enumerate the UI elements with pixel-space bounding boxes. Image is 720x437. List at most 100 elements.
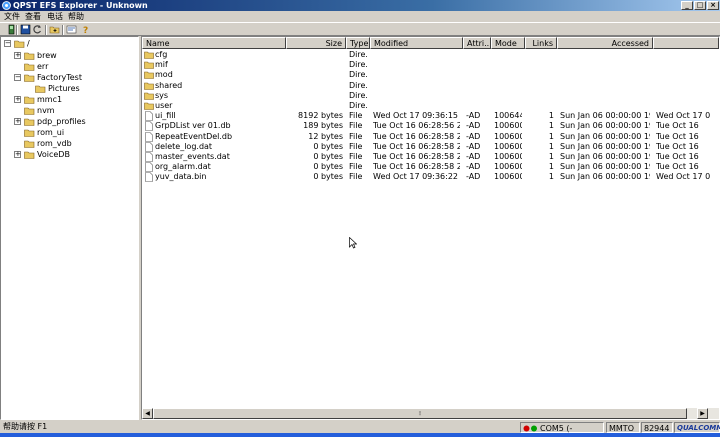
folder-icon (24, 52, 35, 60)
file-icon (145, 141, 153, 152)
cell-attr: -AD (466, 131, 481, 141)
cell-modified (373, 50, 460, 60)
connection-status-icon (523, 425, 537, 432)
tree-item[interactable]: − FactoryTest (14, 72, 134, 83)
tree-item[interactable]: + pdp_profiles (14, 116, 134, 127)
list-item[interactable]: user Dire... (142, 101, 719, 111)
collapse-icon[interactable]: − (4, 40, 11, 47)
file-icon (145, 111, 153, 121)
column-header-attr[interactable]: Attri... (463, 37, 491, 49)
title-bar[interactable]: QPST EFS Explorer - Unknown _ □ × (0, 0, 720, 11)
scroll-right-icon[interactable]: ▶ (697, 408, 708, 419)
folder-icon (24, 151, 35, 159)
cell-name: ui_fill (155, 111, 176, 121)
refresh-icon[interactable] (32, 24, 43, 35)
list-item[interactable]: GrpDList ver 01.db 189 bytes File Tue Oct 1… (142, 121, 719, 132)
minimize-button[interactable]: _ (681, 1, 693, 10)
tree-label: err (37, 62, 49, 71)
file-list[interactable]: Name Size Type Modified Attri... Mode Links Acc… (141, 36, 720, 420)
cell-extra (656, 91, 716, 101)
tree-label: FactoryTest (37, 73, 82, 82)
cell-mode (494, 91, 522, 101)
column-header-mode[interactable]: Mode (491, 37, 525, 49)
cell-mode: 100644 (494, 111, 522, 121)
menu-help[interactable]: 帮助 (68, 11, 84, 22)
cell-size (289, 70, 343, 80)
list-item[interactable]: ui_fill 8192 bytes File Wed Oct 17 09:36:15… (142, 111, 719, 121)
tree-item[interactable]: nvm (14, 105, 134, 116)
cell-links: 1 (548, 111, 554, 121)
help-icon[interactable]: ? (80, 24, 91, 35)
column-header-size[interactable]: Size (286, 37, 346, 49)
cell-accessed (560, 70, 650, 80)
list-item[interactable]: cfg Dire... (142, 50, 719, 60)
expand-icon[interactable]: + (14, 118, 21, 125)
menu-phone[interactable]: 电话 (47, 11, 63, 22)
list-item[interactable]: RepeatEventDel.db 12 bytes File Tue Oct 16 … (142, 132, 719, 142)
list-item[interactable]: mif Dire... (142, 60, 719, 70)
list-item[interactable]: mod Dire... (142, 70, 719, 80)
expand-icon[interactable]: + (14, 52, 21, 59)
folder-tree[interactable]: − / + brew err − FactoryTest Pictures + mmc1 nvm… (0, 36, 139, 420)
tree-item[interactable]: + VoiceDB (14, 149, 134, 160)
column-header-type[interactable]: Type (346, 37, 370, 49)
cell-extra (656, 70, 716, 80)
file-icon (145, 162, 153, 172)
column-header-extra[interactable] (653, 37, 719, 49)
cell-mode (494, 81, 522, 91)
cell-type: File (349, 111, 363, 121)
menu-file[interactable]: 文件 (4, 11, 20, 22)
folder-icon (24, 96, 35, 104)
column-header-links[interactable]: Links (525, 37, 557, 49)
save-icon[interactable] (20, 24, 31, 35)
column-header-modified[interactable]: Modified (370, 37, 463, 49)
folder-icon (144, 82, 154, 90)
scroll-thumb[interactable]: ⦙⦙ (153, 408, 687, 419)
scroll-left-icon[interactable]: ◀ (142, 408, 153, 419)
column-header-name[interactable]: Name (142, 37, 286, 49)
column-header-accessed[interactable]: Accessed (557, 37, 653, 49)
list-item[interactable]: master_events.dat 0 bytes File Tue Oct 16 0… (142, 152, 719, 162)
cell-modified: Tue Oct 16 06:28:58 2018 (373, 152, 460, 161)
expand-icon[interactable]: + (14, 96, 21, 103)
cell-accessed: Sun Jan 06 00:00:00 1980 (560, 111, 650, 121)
qualcomm-logo: QUALCOMM (674, 422, 720, 433)
cell-type: File (349, 172, 363, 182)
cell-type: Dire... (349, 101, 367, 110)
taskbar-strip (0, 433, 720, 437)
folder-icon (24, 107, 35, 115)
app-icon (2, 1, 11, 10)
list-item[interactable]: yuv_data.bin 0 bytes File Wed Oct 17 09:36:… (142, 172, 719, 183)
list-item[interactable]: sys Dire... (142, 91, 719, 101)
horizontal-scrollbar[interactable]: ◀ ⦙⦙ ▶ (142, 408, 719, 419)
cell-type: File (349, 152, 363, 161)
cell-links (528, 91, 554, 101)
folder-icon (24, 63, 35, 71)
tree-item[interactable]: + brew (14, 50, 134, 61)
list-item[interactable]: shared Dire... (142, 81, 719, 91)
tree-label: rom_ui (37, 128, 65, 137)
list-item[interactable]: delete_log.dat 0 bytes File Tue Oct 16 06:2… (142, 142, 719, 152)
close-button[interactable]: × (707, 1, 719, 10)
tree-item[interactable]: rom_vdb (14, 138, 134, 149)
maximize-button[interactable]: □ (694, 1, 706, 10)
tree-item[interactable]: Pictures (25, 83, 145, 94)
tree-item[interactable]: + mmc1 (14, 94, 134, 105)
cell-size (289, 91, 343, 101)
cursor-icon (349, 237, 357, 249)
tree-root[interactable]: − / (3, 38, 133, 49)
cell-attr (466, 101, 488, 111)
new-folder-icon[interactable] (49, 24, 60, 35)
expand-icon[interactable]: + (14, 151, 21, 158)
tree-label: nvm (37, 106, 55, 115)
cell-name: mif (155, 60, 168, 70)
collapse-icon[interactable]: − (14, 74, 21, 81)
menu-view[interactable]: 查看 (25, 11, 41, 22)
tree-item[interactable]: rom_ui (14, 127, 134, 138)
tree-item[interactable]: err (14, 61, 134, 72)
list-item[interactable]: org_alarm.dat 0 bytes File Tue Oct 16 06:28… (142, 162, 719, 172)
cell-name: GrpDList ver 01.db (155, 121, 231, 131)
tree-label: rom_vdb (37, 139, 72, 148)
folder-icon (35, 85, 46, 93)
properties-icon[interactable] (66, 24, 77, 35)
